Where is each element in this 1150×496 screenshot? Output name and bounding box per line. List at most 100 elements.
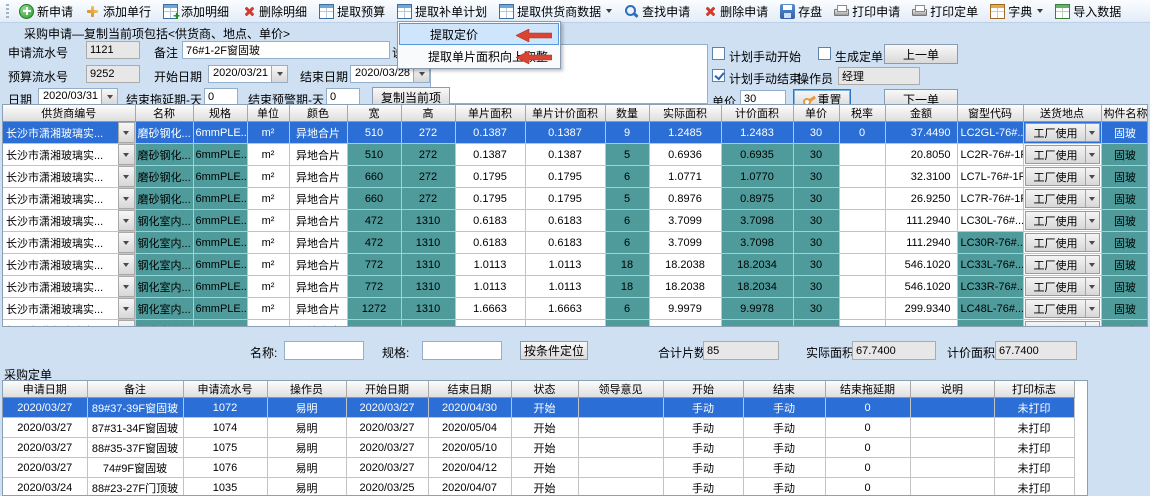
column-width-header[interactable]: 宽: [347, 105, 401, 122]
cell-qty[interactable]: 6: [605, 210, 649, 232]
cell-unit[interactable]: m²: [247, 210, 289, 232]
cell-serial[interactable]: 1072: [183, 398, 267, 418]
cell-piece-priced-area[interactable]: 0.6183: [525, 210, 605, 232]
cell-start-date[interactable]: 2020/03/27: [346, 398, 428, 418]
add-detail-button[interactable]: 添加明细: [157, 0, 235, 22]
cell-operator[interactable]: 易明: [267, 438, 346, 458]
column-unit-header[interactable]: 单位: [247, 105, 289, 122]
cell-piece-area[interactable]: 1.0113: [455, 276, 525, 298]
cell-width[interactable]: 1272: [347, 298, 401, 320]
table-row[interactable]: 长沙市潇湘玻璃实...磨砂钢化...6mmPLE...m²异地合片5102720…: [3, 122, 1148, 144]
cell-window-code[interactable]: LC33R-76#...: [957, 276, 1023, 298]
cell-name[interactable]: 钢化室内...: [135, 298, 193, 320]
cell-name[interactable]: 钢化室内...: [135, 232, 193, 254]
order-row[interactable]: 2020/03/2774#9F窗固玻1076易明2020/03/272020/0…: [3, 458, 1074, 478]
cell-actual-area[interactable]: 1.0771: [649, 166, 721, 188]
cell-delivery-location[interactable]: 工厂使用: [1023, 166, 1101, 188]
column-start-date-header[interactable]: 开始日期: [346, 381, 428, 398]
cell-spec[interactable]: 6mmPLE...: [193, 232, 247, 254]
cell-start[interactable]: 手动: [663, 458, 743, 478]
cell-piece-priced-area[interactable]: 1.0113: [525, 254, 605, 276]
cell-tax-rate[interactable]: [839, 298, 885, 320]
cell-tax-rate[interactable]: [839, 166, 885, 188]
cell-delivery-location[interactable]: 工厂使用: [1023, 320, 1101, 328]
filter-name-input[interactable]: [284, 341, 364, 360]
cell-unit[interactable]: m²: [247, 188, 289, 210]
cell-height[interactable]: 1310: [401, 276, 455, 298]
cell-start[interactable]: 手动: [663, 438, 743, 458]
cell-start[interactable]: 手动: [663, 418, 743, 438]
column-tax-rate-header[interactable]: 税率: [839, 105, 885, 122]
cell-supplier[interactable]: 长沙市潇湘玻璃实...: [3, 166, 135, 188]
column-start-header[interactable]: 开始: [663, 381, 743, 398]
cell-component-name[interactable]: 固玻: [1101, 122, 1148, 144]
cell-spec[interactable]: 6mmPLE...: [193, 298, 247, 320]
column-note-header[interactable]: 说明: [910, 381, 994, 398]
cell-qty[interactable]: 6: [605, 166, 649, 188]
extract-supplier-data-button[interactable]: 提取供货商数据: [493, 0, 618, 22]
cell-delivery-location[interactable]: 工厂使用: [1023, 298, 1101, 320]
cell-end[interactable]: 手动: [743, 478, 825, 496]
cell-name[interactable]: 钢化室内...: [135, 210, 193, 232]
cell-height[interactable]: 1310: [401, 320, 455, 328]
cell-supplier[interactable]: 长沙市潇湘玻璃实...: [3, 144, 135, 166]
cell-print-flag[interactable]: 未打印: [994, 398, 1074, 418]
cell-end[interactable]: 手动: [743, 398, 825, 418]
cell-unit[interactable]: m²: [247, 298, 289, 320]
delivery-location-combo[interactable]: 工厂使用: [1025, 123, 1100, 142]
cell-supplier[interactable]: 长沙市潇湘玻璃实...: [3, 276, 135, 298]
column-status-header[interactable]: 状态: [511, 381, 578, 398]
cell-piece-area[interactable]: 1.6663: [455, 298, 525, 320]
cell-note[interactable]: [910, 418, 994, 438]
cell-piece-area[interactable]: 0.6183: [455, 232, 525, 254]
cell-delivery-location[interactable]: 工厂使用: [1023, 232, 1101, 254]
cell-window-code[interactable]: LC2R-76#-1F: [957, 144, 1023, 166]
cell-supplier[interactable]: 长沙市潇湘玻璃实...: [3, 232, 135, 254]
cell-delivery-location[interactable]: 工厂使用: [1023, 210, 1101, 232]
serial-input[interactable]: [86, 41, 140, 59]
cell-name[interactable]: 钢化室内...: [135, 276, 193, 298]
cell-supplier[interactable]: 长沙市潇湘玻璃实...: [3, 320, 135, 328]
column-remark-header[interactable]: 备注: [87, 381, 183, 398]
cell-width[interactable]: 510: [347, 122, 401, 144]
cell-end-delay[interactable]: 0: [825, 478, 910, 496]
cell-name[interactable]: 磨砂钢化...: [135, 122, 193, 144]
cell-priced-area[interactable]: 9.9978: [721, 298, 793, 320]
cell-start-date[interactable]: 2020/03/27: [346, 418, 428, 438]
cell-width[interactable]: 772: [347, 254, 401, 276]
cell-amount[interactable]: 111.2940: [885, 210, 957, 232]
delete-detail-button[interactable]: 删除明细: [235, 0, 313, 22]
cell-component-name[interactable]: 固玻: [1101, 144, 1148, 166]
cell-supplier[interactable]: 长沙市潇湘玻璃实...: [3, 254, 135, 276]
manual-end-checkbox[interactable]: [712, 69, 725, 82]
cell-name[interactable]: 磨砂钢化...: [135, 188, 193, 210]
cell-qty[interactable]: 6: [605, 320, 649, 328]
cell-height[interactable]: 1310: [401, 232, 455, 254]
cell-color[interactable]: 异地合片: [289, 122, 347, 144]
cell-note[interactable]: [910, 438, 994, 458]
cell-piece-priced-area[interactable]: 0.1387: [525, 122, 605, 144]
cell-qty[interactable]: 6: [605, 232, 649, 254]
cell-qty[interactable]: 6: [605, 298, 649, 320]
cell-piece-area[interactable]: 1.0113: [455, 254, 525, 276]
find-request-button[interactable]: 查找申请: [618, 0, 696, 22]
order-row[interactable]: 2020/03/2488#23-27F门顶玻1035易明2020/03/2520…: [3, 478, 1074, 496]
cell-component-name[interactable]: 固玻: [1101, 320, 1148, 328]
cell-component-name[interactable]: 固玻: [1101, 276, 1148, 298]
cell-delivery-location[interactable]: 工厂使用: [1023, 122, 1101, 144]
cell-piece-priced-area[interactable]: 0.1387: [525, 144, 605, 166]
cell-window-code[interactable]: LC2GL-76#...: [957, 122, 1023, 144]
cell-actual-area[interactable]: 9.9979: [649, 320, 721, 328]
table-row[interactable]: 长沙市潇湘玻璃实...钢化室内...6mmPLE...m²异地合片1272131…: [3, 298, 1148, 320]
cell-window-code[interactable]: LC48L-76#...: [957, 298, 1023, 320]
cell-status[interactable]: 开始: [511, 418, 578, 438]
cell-request-date[interactable]: 2020/03/24: [3, 478, 87, 496]
cell-piece-area[interactable]: 1.6663: [455, 320, 525, 328]
cell-piece-priced-area[interactable]: 0.1795: [525, 188, 605, 210]
cell-amount[interactable]: 26.9250: [885, 188, 957, 210]
cell-end-date[interactable]: 2020/05/10: [428, 438, 511, 458]
cell-spec[interactable]: 6mmPLE...: [193, 188, 247, 210]
cell-height[interactable]: 272: [401, 144, 455, 166]
order-row[interactable]: 2020/03/2788#35-37F窗固玻1075易明2020/03/2720…: [3, 438, 1074, 458]
print-request-button[interactable]: 打印申请: [828, 0, 906, 22]
